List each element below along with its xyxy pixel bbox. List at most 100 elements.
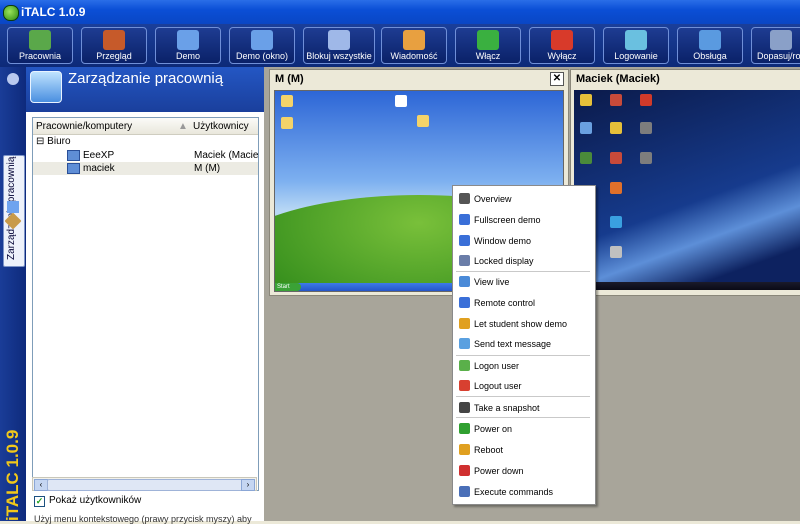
magnifier-icon <box>30 71 62 103</box>
demo-icon <box>177 30 199 50</box>
classroom-panel: Zarządzanie pracownią Pracownie/komputer… <box>26 67 264 524</box>
execute-commands-icon <box>459 486 470 497</box>
toolbar-button-label: Obsługa <box>693 51 727 61</box>
app-icon <box>640 152 652 164</box>
menu-item-window-demo[interactable]: Window demo <box>454 231 594 251</box>
toolbar-button-label: Demo <box>175 51 200 61</box>
menu-item-execute-commands[interactable]: Execute commands <box>454 482 594 502</box>
toolbar-button-label: Włącz <box>475 51 501 61</box>
toolbar-button-label: Wyłącz <box>547 51 577 61</box>
user-name: M (M) <box>194 163 221 174</box>
start-button: Start <box>275 283 301 291</box>
tree-header: Pracownie/komputery ▲ Użytkownicy <box>33 118 258 135</box>
toolbar-button-0[interactable]: Pracownia <box>7 27 73 64</box>
menu-item-locked-display[interactable]: Locked display <box>454 251 594 271</box>
horizontal-scrollbar[interactable]: ‹ › <box>32 477 257 491</box>
folder-icon <box>580 94 592 106</box>
user-name: Maciek (Maciek) <box>194 150 259 161</box>
menu-item-remote-control[interactable]: Remote control <box>454 293 594 313</box>
computer-icon <box>67 163 80 174</box>
client-screen-maciek[interactable]: Maciek (Maciek) <box>570 69 800 296</box>
menu-item-power-on[interactable]: Power on <box>454 419 594 439</box>
power-off-icon <box>551 30 573 50</box>
menu-item-overview[interactable]: Overview <box>454 189 594 209</box>
app-icon <box>610 122 622 134</box>
folder-icon <box>417 115 429 127</box>
toolbar-button-2[interactable]: Demo <box>155 27 221 64</box>
checkbox-icon[interactable]: ✓ <box>34 496 45 507</box>
table-row[interactable]: EeeXP Maciek (Maciek) <box>33 149 258 162</box>
toolbar-button-label: Blokuj wszystkie <box>306 51 372 61</box>
app-icon <box>610 152 622 164</box>
browser-icon <box>610 182 622 194</box>
remote-control-icon <box>459 297 470 308</box>
menu-item-student-demo[interactable]: Let student show demo <box>454 314 594 334</box>
toolbar-button-7[interactable]: Wyłącz <box>529 27 595 64</box>
locked-display-icon <box>459 255 470 266</box>
checkbox-label: Pokaż użytkowników <box>49 495 142 506</box>
computer-icon <box>67 150 80 161</box>
toolbar-button-9[interactable]: Obsługa <box>677 27 743 64</box>
fit-icon <box>770 30 792 50</box>
power-on-icon <box>459 423 470 434</box>
scroll-thumb[interactable] <box>47 479 245 491</box>
menu-item-label: Reboot <box>474 445 504 455</box>
screen-title: M (M) <box>275 73 304 85</box>
computers-icon[interactable] <box>7 201 19 213</box>
toolbar-button-4[interactable]: Blokuj wszystkie <box>303 27 375 64</box>
menu-item-label: Logon user <box>474 361 520 371</box>
window-demo-icon <box>251 30 273 50</box>
menu-item-snapshot[interactable]: Take a snapshot <box>454 398 594 418</box>
menu-separator <box>456 417 590 418</box>
toolbar-button-label: Logowanie <box>614 51 658 61</box>
folder-icon <box>281 117 293 129</box>
folder-icon <box>281 95 293 107</box>
support-icon <box>699 30 721 50</box>
toolbar-button-label: Przegląd <box>96 51 132 61</box>
lock-icon <box>328 30 350 50</box>
scroll-left-icon[interactable]: ‹ <box>34 479 48 491</box>
menu-item-fullscreen-demo[interactable]: Fullscreen demo <box>454 210 594 230</box>
close-icon[interactable]: ✕ <box>550 72 564 86</box>
app-icon <box>610 94 622 106</box>
computer-tree[interactable]: Pracownie/komputery ▲ Użytkownicy ⊟ Biur… <box>32 117 259 491</box>
classroom-icon <box>29 30 51 50</box>
column-users[interactable]: Użytkownicy <box>193 121 249 132</box>
column-computers[interactable]: Pracownie/komputery <box>36 121 132 132</box>
toolbar-button-label: Demo (okno) <box>235 51 289 61</box>
computer-icon <box>580 122 592 134</box>
show-users-checkbox[interactable]: ✓ Pokaż użytkowników <box>34 495 141 507</box>
toolbar-button-5[interactable]: Wiadomość <box>381 27 447 64</box>
hint-text: Użyj menu kontekstowego (prawy przycisk … <box>34 514 252 524</box>
window-title: iTALC 1.0.9 <box>21 5 86 19</box>
toolbar-button-3[interactable]: Demo (okno) <box>229 27 295 64</box>
app-icon <box>640 122 652 134</box>
taskbar <box>574 282 800 290</box>
toolbar-button-1[interactable]: Przegląd <box>81 27 147 64</box>
menu-item-logon-user[interactable]: Logon user <box>454 356 594 376</box>
logon-user-icon <box>459 360 470 371</box>
scroll-right-icon[interactable]: › <box>241 479 255 491</box>
table-row[interactable]: maciek M (M) <box>33 162 258 175</box>
overview-icon <box>103 30 125 50</box>
document-icon <box>395 95 407 107</box>
menu-item-text-message[interactable]: Send text message <box>454 334 594 354</box>
gear-icon[interactable] <box>7 73 19 85</box>
group-label: Biuro <box>47 136 71 147</box>
logout-user-icon <box>459 380 470 391</box>
menu-item-label: Take a snapshot <box>474 403 540 413</box>
text-message-icon <box>459 338 470 349</box>
desktop-preview[interactable] <box>574 90 800 290</box>
menu-item-power-down[interactable]: Power down <box>454 461 594 481</box>
expander-icon[interactable]: ⊟ <box>36 136 44 147</box>
menu-item-reboot[interactable]: Reboot <box>454 440 594 460</box>
tree-group[interactable]: ⊟ Biuro <box>36 136 71 149</box>
toolbar-button-8[interactable]: Logowanie <box>603 27 669 64</box>
toolbar-button-10[interactable]: Dopasuj/roz <box>751 27 800 64</box>
menu-item-label: Remote control <box>474 298 536 308</box>
menu-item-logout-user[interactable]: Logout user <box>454 376 594 396</box>
menu-item-view-live[interactable]: View live <box>454 272 594 292</box>
toolbar-button-6[interactable]: Włącz <box>455 27 521 64</box>
app-icon <box>610 246 622 258</box>
menu-item-label: Logout user <box>474 381 522 391</box>
